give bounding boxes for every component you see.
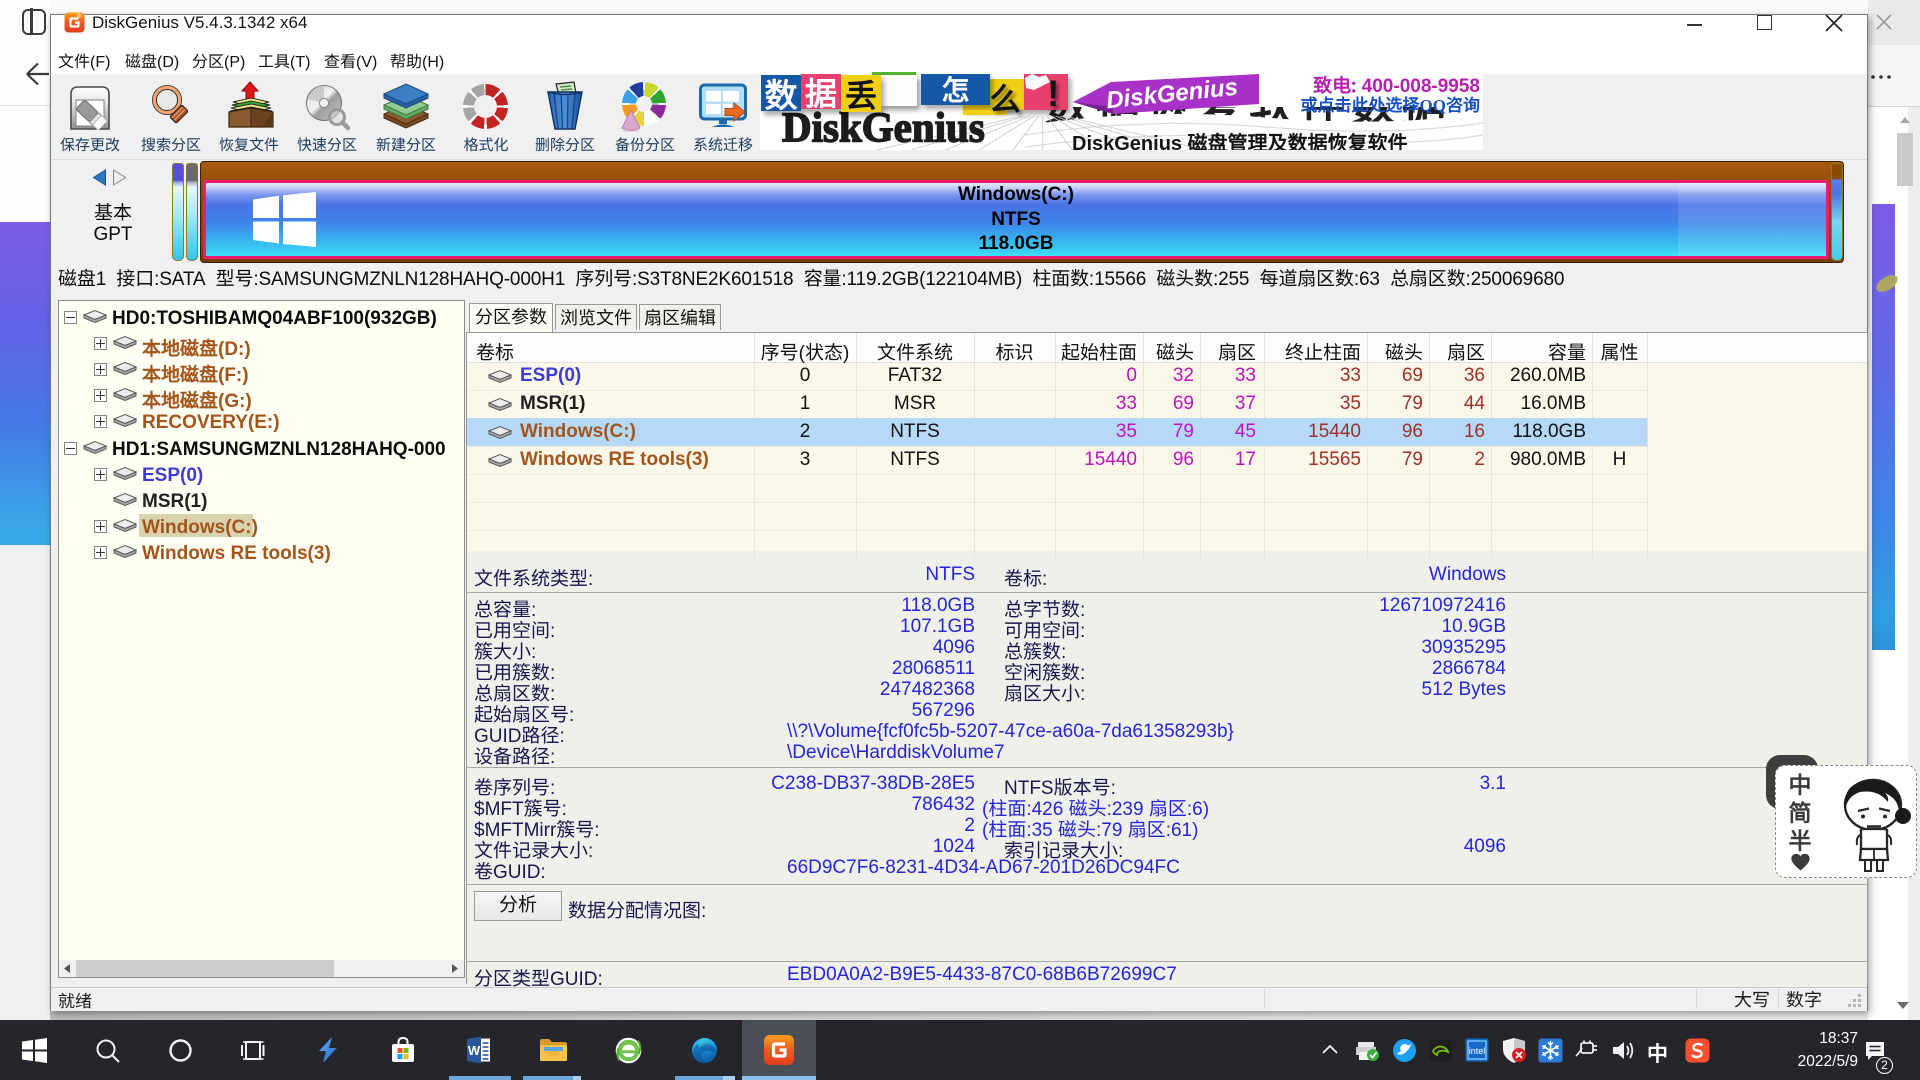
svg-text:W: W bbox=[468, 1043, 481, 1058]
svg-text:intel: intel bbox=[1469, 1046, 1486, 1056]
